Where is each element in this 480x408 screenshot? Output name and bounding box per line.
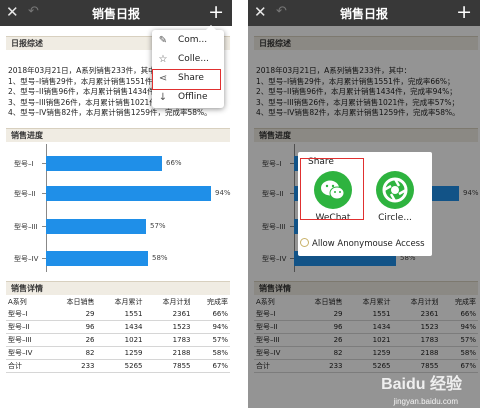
progress-bar [46,156,162,171]
table-header-cell: A系列 [8,298,27,306]
share-highlight-box [152,69,221,90]
moments-icon [376,171,414,209]
pencil-icon: ✎ [158,35,168,46]
bar-value-label: 58% [152,254,168,262]
anonymous-access-label: Allow Anonymouse Access [312,239,425,249]
table-row: 型号–I 29 1551 2361 66% [6,308,230,321]
radio-icon[interactable] [300,238,309,247]
share-app-label: Circle... [378,213,412,223]
top-bar: ✕ ↶ 销售日报 + [248,0,480,26]
table-header-cell: 本月计划 [162,298,191,306]
progress-bar [46,219,146,234]
table-cell: 1021 [96,333,145,347]
table-row: 合计 233 5265 7855 67% [6,359,230,373]
summary-line: 4、型号–IV销售82件，本月累计销售1259件，完成率58%。 [8,108,212,117]
watermark-brand: Baidu 经验 [381,376,462,393]
table-cell: 型号–IV [6,346,49,360]
right-screen: ✕ ↶ 销售日报 + 日报综述 2018年03月21日，A系列销售233件，其中… [248,0,480,408]
bar-value-label: 57% [150,222,166,230]
table-cell: 29 [48,308,97,321]
watermark-url: jingyan.baidu.com [393,397,458,406]
table-row: 型号–IV 82 1259 2188 58% [6,346,230,360]
menu-item-colle[interactable]: ☆ Colle... [152,50,224,69]
menu-item-label: Colle... [178,54,209,64]
table-cell: 26 [48,333,97,347]
table-row: 型号–II 96 1434 1523 94% [6,320,230,334]
detail-table: A系列 本日销售 本月累计 本月计划 完成率 型号–I 29 1551 2361 66% 型号–II… [6,296,230,373]
table-cell: 2188 [144,346,193,360]
page-title: 销售日报 [91,7,140,21]
table-cell: 58% [192,346,230,360]
table-cell: 型号–I [6,308,49,321]
table-cell: 94% [192,320,230,334]
table-header-cell: 本月累计 [114,298,143,306]
table-cell: 233 [48,359,97,373]
share-moments-button[interactable]: Circle... [370,171,420,227]
top-bar: ✕ ↶ 销售日报 + [0,0,232,26]
table-cell: 57% [192,333,230,347]
plus-icon[interactable]: + [456,0,472,24]
progress-bar [46,251,148,266]
menu-item-label: Offline [178,92,208,102]
table-cell: 1783 [144,333,193,347]
table-cell: 1434 [96,320,145,334]
bar-value-label: 94% [215,189,231,197]
menu-item-offline[interactable]: ↓ Offline [152,88,224,107]
star-icon: ☆ [158,54,168,65]
table-cell: 1259 [96,346,145,360]
progress-bar [46,186,211,201]
bar-category-label: 型号–III [14,223,38,231]
table-cell: 合计 [6,359,49,373]
plus-icon[interactable]: + [208,0,224,24]
table-cell: 型号–III [6,333,49,347]
bar-value-label: 66% [166,159,182,167]
table-header-cell: 完成率 [207,298,228,306]
table-cell: 型号–II [6,320,49,334]
menu-item-com[interactable]: ✎ Com... [152,31,224,50]
section-header-progress: 销售进度 [6,128,230,142]
page-title: 销售日报 [339,7,388,21]
anonymous-access-option[interactable]: Allow Anonymouse Access [300,238,425,249]
bar-category-label: 型号–I [14,160,34,168]
table-row: 型号–III 26 1021 1783 57% [6,333,230,347]
table-cell: 2361 [144,308,193,321]
table-cell: 5265 [96,359,145,373]
wechat-highlight-box [300,158,364,220]
bar-category-label: 型号–IV [14,255,39,263]
bar-category-label: 型号–II [14,190,36,198]
table-cell: 66% [192,308,230,321]
download-icon: ↓ [158,92,168,103]
table-cell: 7855 [144,359,193,373]
table-cell: 96 [48,320,97,334]
table-cell: 82 [48,346,97,360]
menu-item-label: Com... [178,35,208,45]
table-header-cell: 本日销售 [66,298,95,306]
left-screen: ✕ ↶ 销售日报 + 日报综述 2018年03月21日，A系列销售233件，其中… [0,0,232,408]
menu-caret [206,25,216,30]
table-cell: 1551 [96,308,145,321]
table-cell: 67% [192,359,230,373]
section-header-detail: 销售详情 [6,281,230,295]
table-header-row: A系列 本日销售 本月累计 本月计划 完成率 [6,296,230,308]
table-cell: 1523 [144,320,193,334]
